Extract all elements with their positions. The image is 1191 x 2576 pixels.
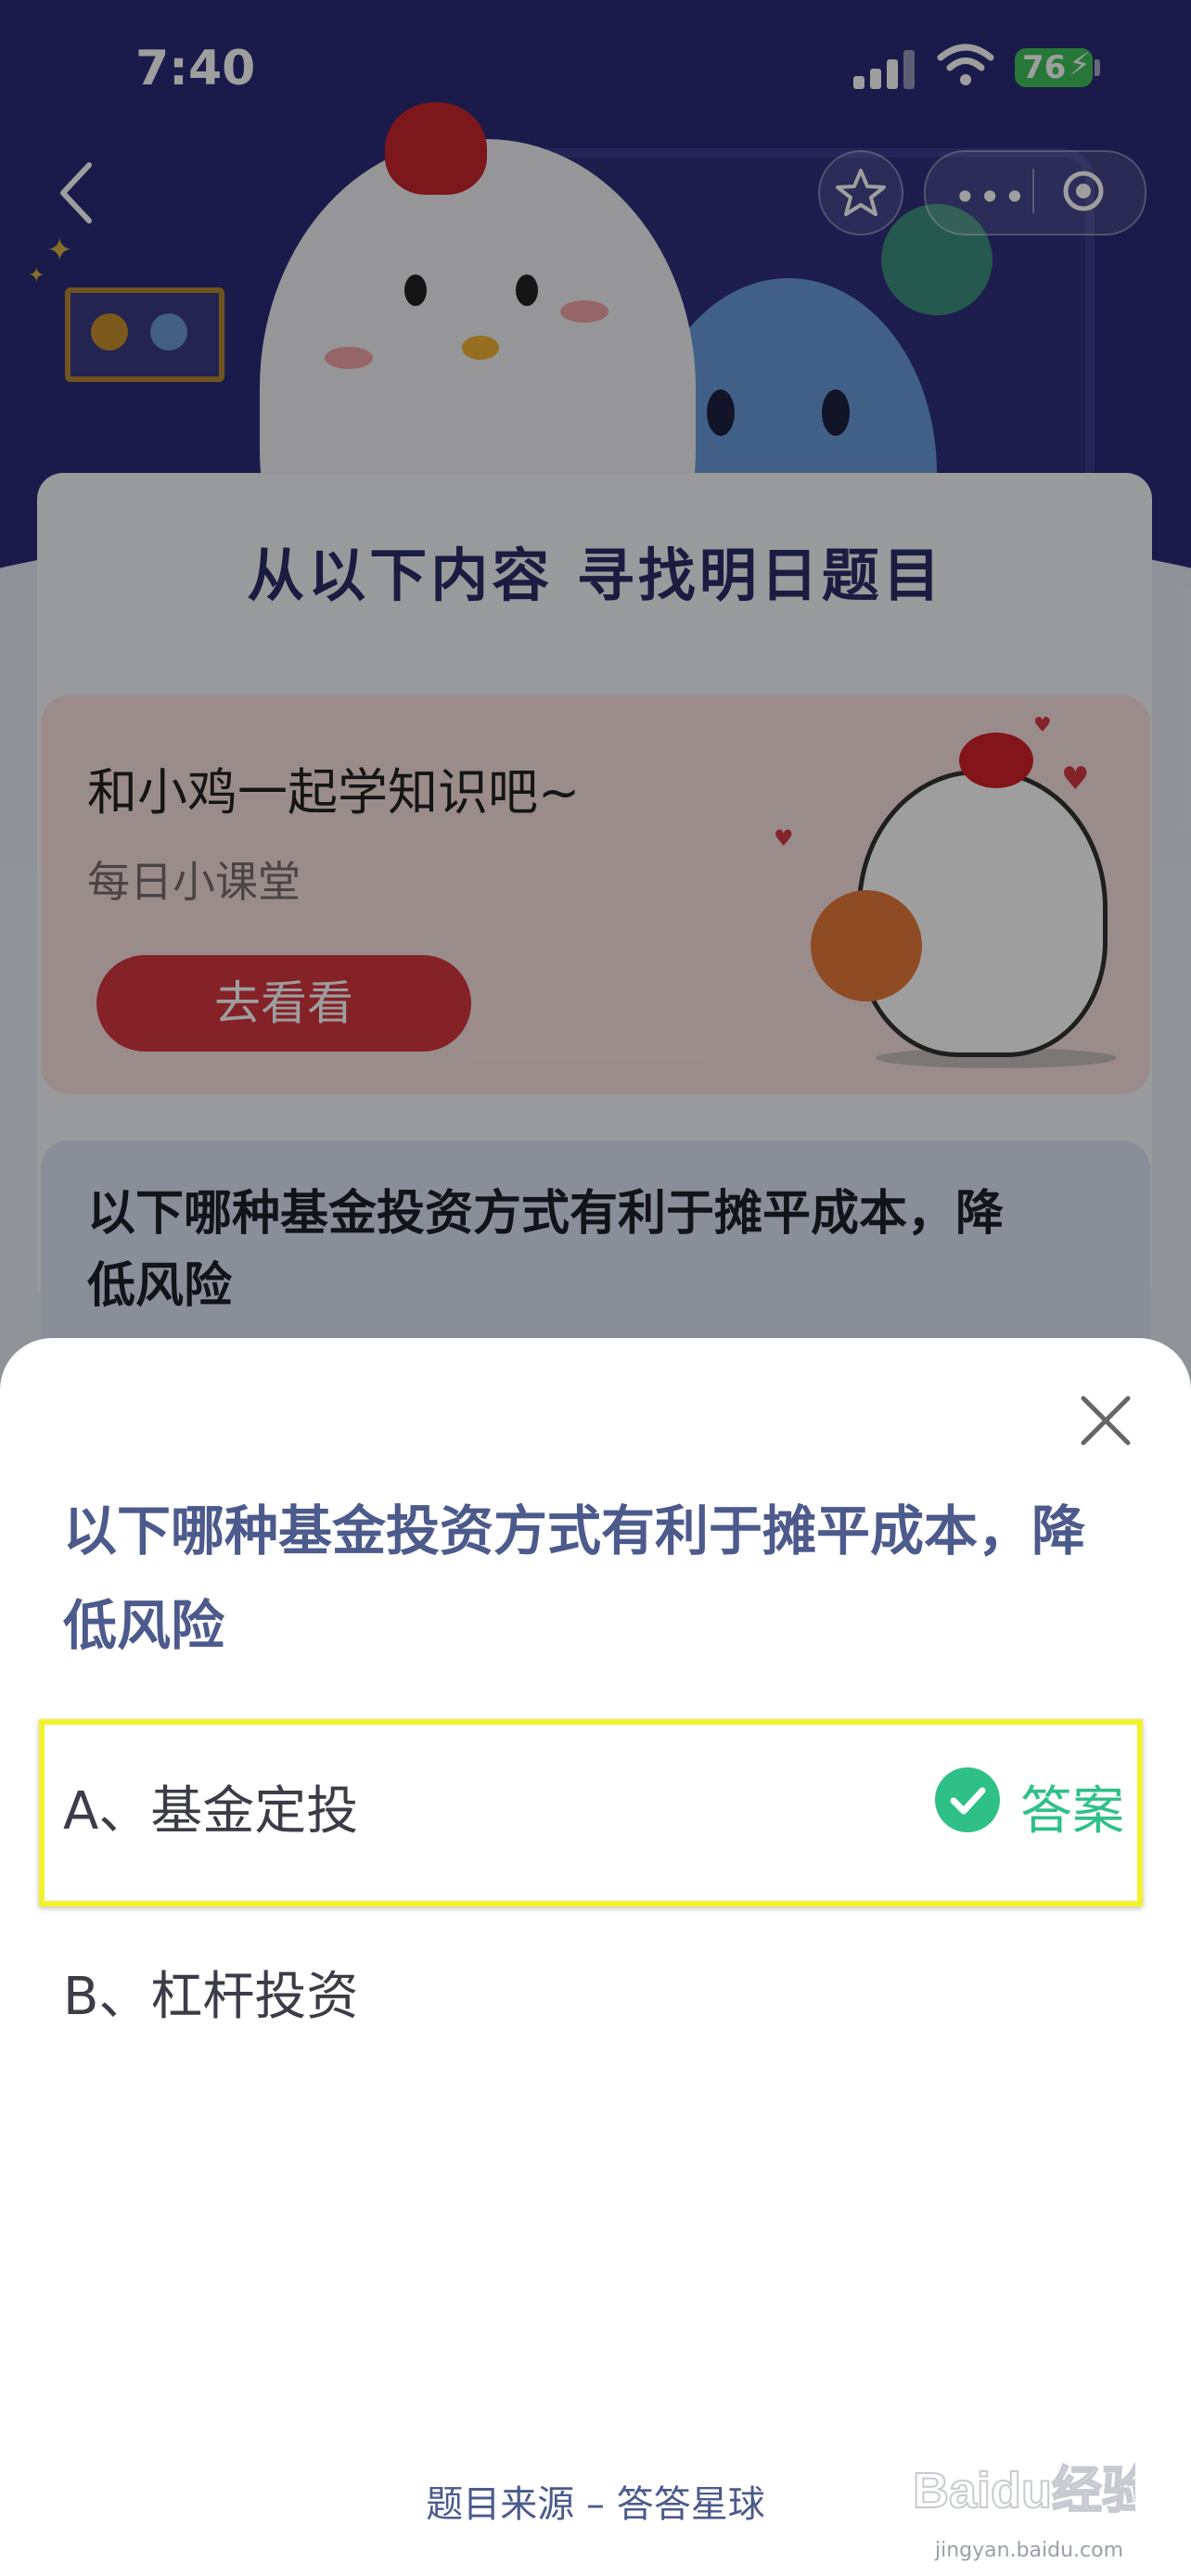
- option-a-label[interactable]: A、基金定投: [63, 1769, 358, 1844]
- answer-tag: 答案: [1020, 1781, 1124, 1842]
- watermark-url: jingyan.baidu.com: [935, 2539, 1124, 2562]
- page: ✦ ✦ 从以下内容 寻找明日题目 和小鸡一起学知识吧~ 每日小课堂 去看看 ♥ …: [0, 0, 1191, 2576]
- close-icon[interactable]: [1076, 1391, 1135, 1450]
- watermark-brand: Baidu经验: [913, 2463, 1135, 2519]
- check-icon: [935, 1767, 1000, 1832]
- option-b-label[interactable]: B、杠杆投资: [63, 1955, 358, 2030]
- baidu-jingyan-watermark: Baidu经验: [913, 2462, 1135, 2519]
- sheet-question: 以下哪种基金投资方式有利于摊平成本，降低风险: [63, 1499, 1086, 1657]
